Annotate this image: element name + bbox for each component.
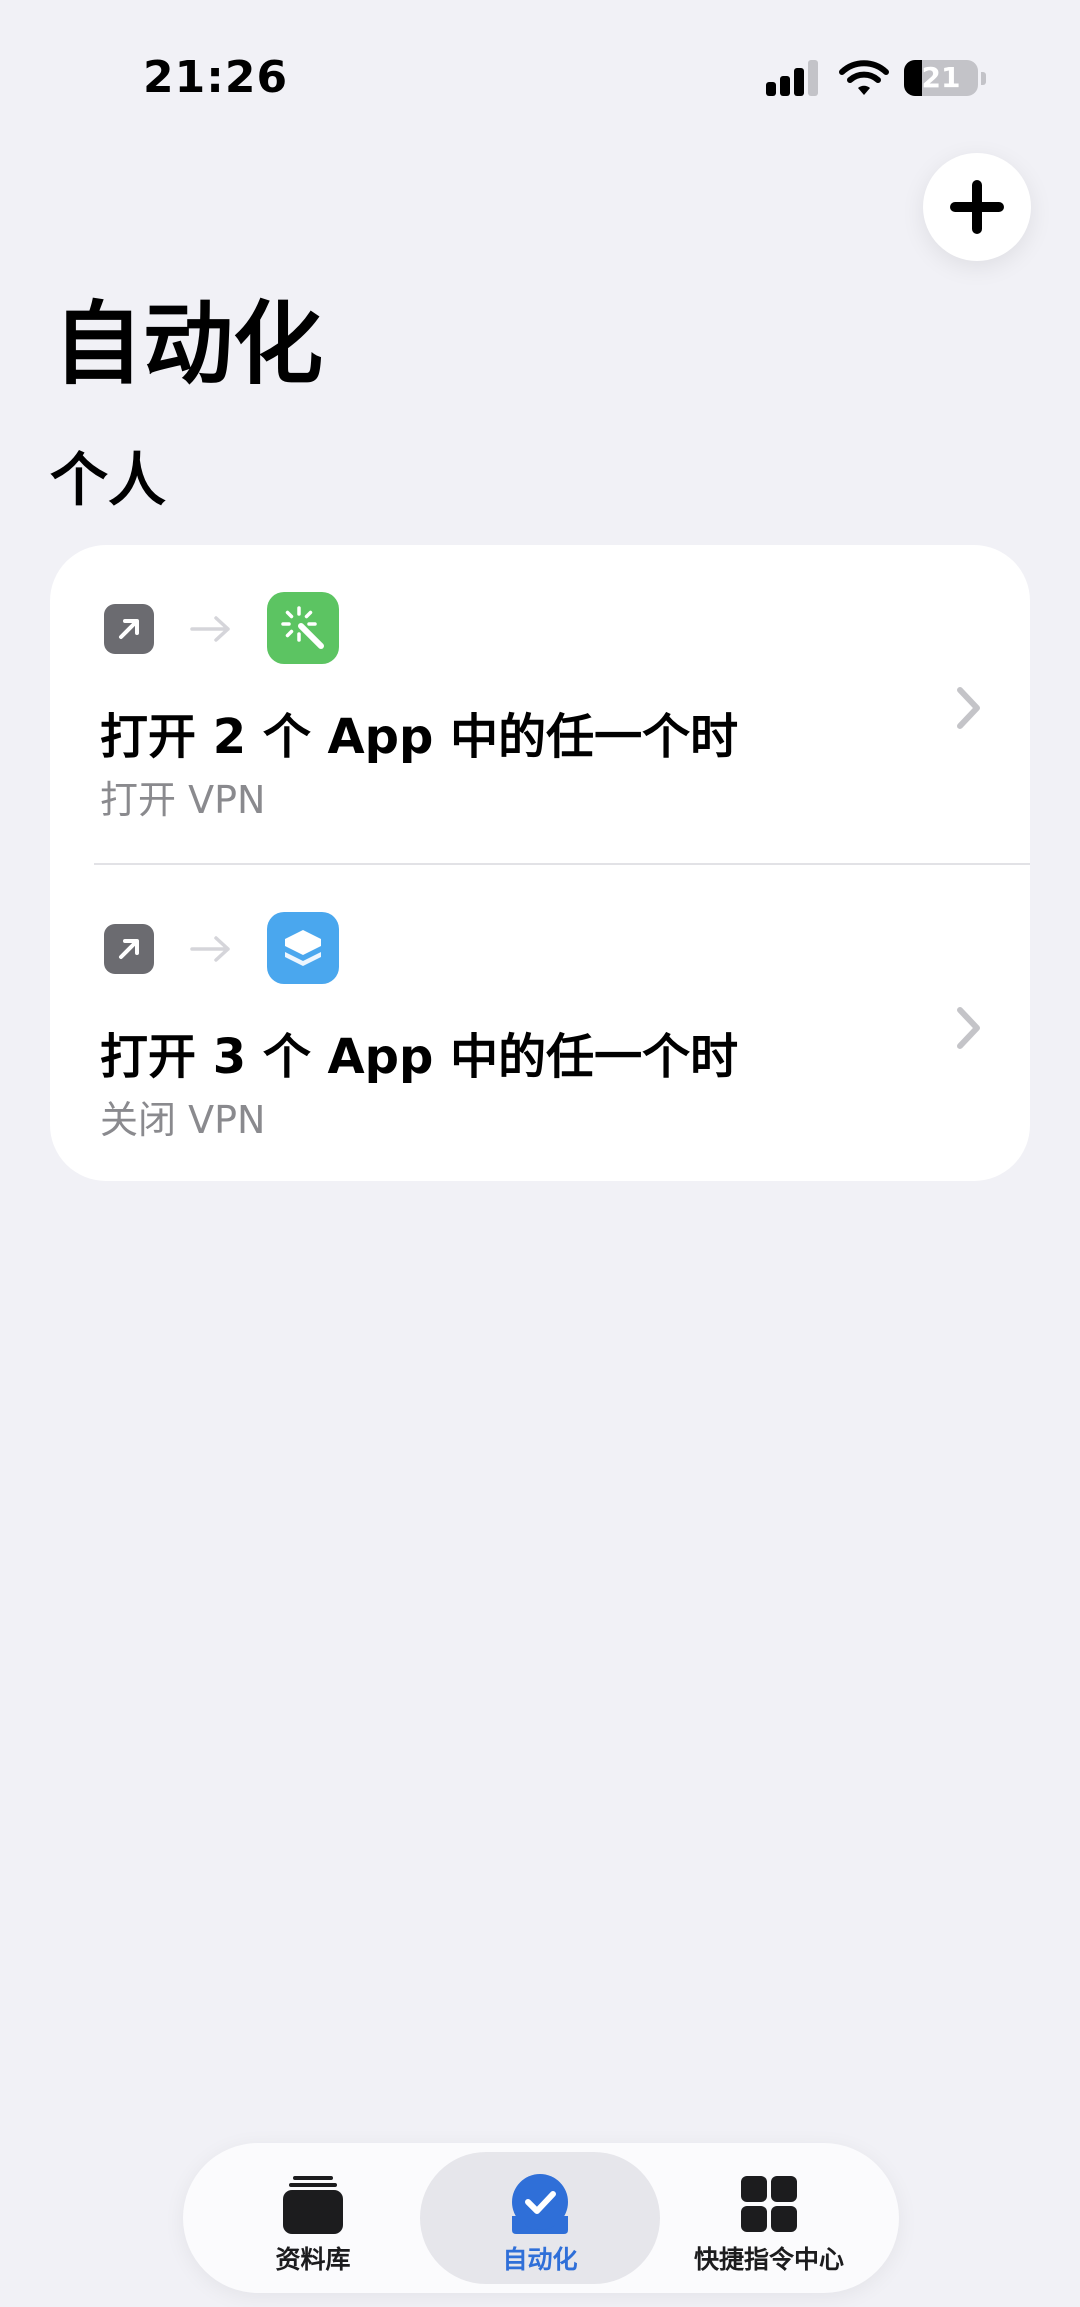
battery-icon: 21 — [904, 60, 978, 96]
magic-wand-icon — [267, 592, 339, 664]
automation-title: 打开 3 个 App 中的任一个时 — [100, 1029, 739, 1085]
section-title-personal: 个人 — [50, 446, 167, 514]
layers-icon — [267, 912, 339, 984]
status-time: 21:26 — [143, 52, 289, 103]
automation-action: 打开 VPN — [100, 778, 266, 822]
arrow-up-right-icon — [119, 619, 139, 639]
tab-library[interactable]: 资料库 — [193, 2152, 433, 2284]
tab-automation[interactable]: 自动化 — [420, 2152, 660, 2284]
add-automation-button[interactable] — [923, 153, 1031, 261]
page-title: 自动化 — [53, 292, 323, 397]
automation-row[interactable]: 打开 3 个 App 中的任一个时 关闭 VPN — [94, 863, 1030, 1181]
arrow-up-right-icon — [119, 939, 139, 959]
app-open-trigger-icon — [104, 924, 154, 974]
cellular-signal-icon — [766, 60, 818, 96]
automation-check-icon — [512, 2174, 568, 2234]
automation-row[interactable]: 打开 2 个 App 中的任一个时 打开 VPN — [50, 545, 1030, 863]
gallery-grid-icon — [741, 2176, 797, 2232]
automation-list: 打开 2 个 App 中的任一个时 打开 VPN 打开 3 个 App 中的任一… — [50, 545, 1030, 1181]
tab-bar: 资料库 自动化 快捷指令中心 — [183, 2143, 899, 2293]
chevron-right-icon — [957, 1007, 980, 1049]
automation-title: 打开 2 个 App 中的任一个时 — [100, 709, 739, 765]
tab-gallery[interactable]: 快捷指令中心 — [649, 2152, 889, 2284]
chevron-right-icon — [957, 687, 980, 729]
automation-screen: 21:26 21 自动化 个人 打开 2 个 App 中的任一个时 打开 VPN… — [0, 0, 1080, 2307]
wifi-icon — [839, 60, 889, 95]
tab-label: 快捷指令中心 — [693, 2245, 844, 2274]
tab-label: 自动化 — [502, 2245, 578, 2274]
flow-arrow-icon — [190, 936, 230, 962]
battery-level: 21 — [921, 61, 961, 94]
tab-label: 资料库 — [275, 2245, 351, 2274]
flow-arrow-icon — [190, 616, 230, 642]
plus-icon — [950, 180, 1004, 234]
library-icon — [283, 2176, 343, 2234]
battery-cap — [981, 72, 986, 85]
app-open-trigger-icon — [104, 604, 154, 654]
automation-action: 关闭 VPN — [100, 1098, 266, 1142]
